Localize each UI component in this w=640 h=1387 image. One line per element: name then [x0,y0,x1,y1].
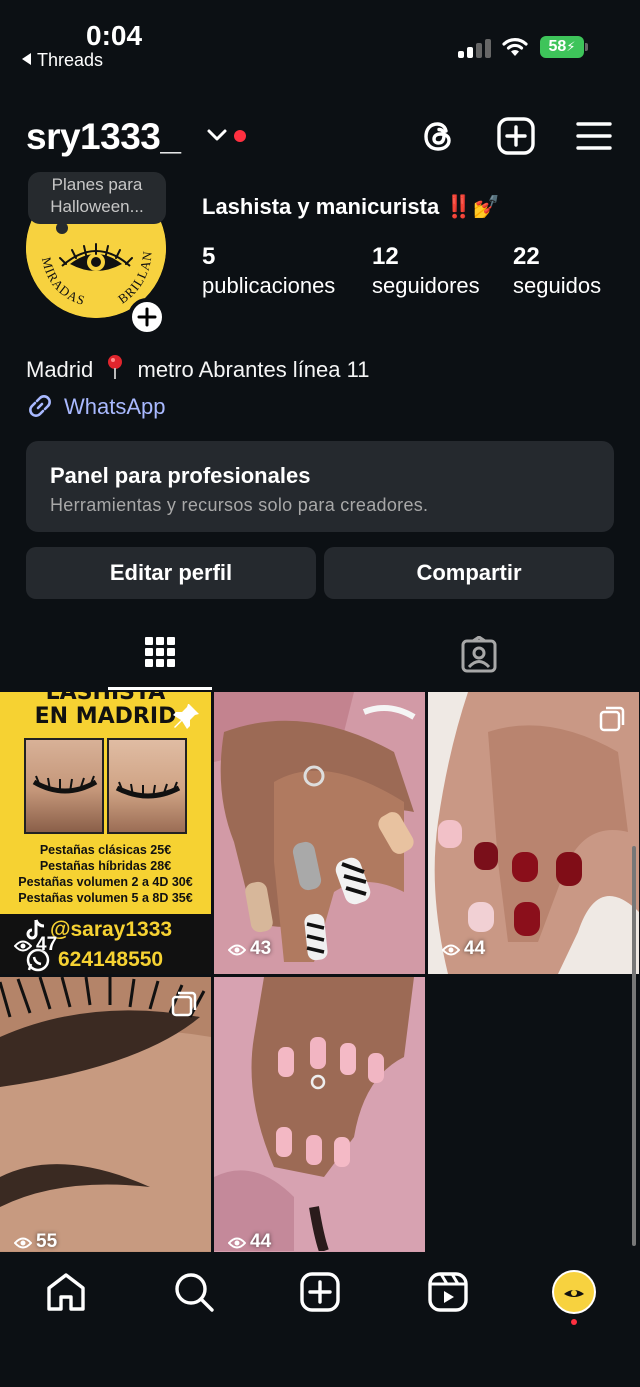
post-3-image [428,692,639,974]
price-item: Pestañas volumen 5 a 8D 35€ [18,891,193,905]
post-views: 55 [13,1231,57,1253]
battery-icon: 58⚡ [540,36,584,58]
profile-header: sry1333_ [0,112,640,164]
price-list: Pestañas clásicas 25€ Pestañas híbridas … [0,842,211,906]
price-item: Pestañas clásicas 25€ [39,843,172,857]
stat-following-value: 22 [513,243,540,270]
status-bar: 0:04 Threads 58⚡ [0,0,640,80]
threads-icon[interactable] [418,116,458,156]
menu-icon[interactable] [574,116,614,156]
battery-tip [585,43,588,51]
eye-icon [227,944,247,956]
pinned-post-icon [173,704,199,729]
post-views: 44 [227,1231,271,1253]
grid-post-3[interactable]: 44 [428,692,639,974]
status-time: 0:04 [86,20,143,51]
notification-dot [234,130,246,142]
create-icon[interactable] [298,1270,342,1314]
lashes-right-image [115,781,181,799]
battery-level: 58 [548,38,567,55]
profile-tab-avatar[interactable] [552,1270,596,1314]
grid-post-1[interactable]: LASHISTA EN MADRID Pestañas clásicas 25€… [0,692,211,974]
lashes-left-image [32,775,98,794]
profile-notification-dot [571,1319,577,1325]
panel-title: Panel para profesionales [50,463,311,488]
carousel-icon [171,991,197,1017]
tab-tagged[interactable] [320,630,640,690]
stat-posts[interactable]: 5 publicaciones [202,242,335,300]
chevron-down-icon[interactable] [206,128,228,142]
link-icon [29,395,51,417]
grid-post-2[interactable]: 43 [214,692,425,974]
post-1-handle: @saray1333 [50,918,173,941]
eye-icon [13,1237,33,1249]
tab-grid[interactable] [0,630,320,690]
stat-followers-label: seguidores [372,273,480,298]
share-profile-button[interactable]: Compartir [324,547,614,599]
eye-icon [227,1237,247,1249]
post-4-image [0,977,211,1251]
stat-following[interactable]: 22 seguidos [513,242,601,300]
stat-following-label: seguidos [513,273,602,298]
cellular-signal-icon [458,38,492,58]
carousel-icon [599,706,625,732]
bio-emojis: ‼️💅 [445,194,501,219]
create-post-icon[interactable] [496,116,536,156]
scrollbar[interactable] [632,846,636,1246]
bio-title: Lashista y manicurista ‼️💅 [202,194,501,219]
round-pushpin-icon [108,355,123,379]
price-item: Pestañas volumen 2 a 4D 30€ [18,875,193,889]
reels-icon[interactable] [426,1270,470,1314]
back-app-label: Threads [37,50,104,70]
grid-post-4[interactable]: 55 [0,977,211,1259]
wifi-icon [502,38,528,56]
post-5-image [214,977,425,1253]
whatsapp-link[interactable]: WhatsApp [26,392,166,420]
panel-subtitle: Herramientas y recursos solo para creado… [50,495,429,515]
stat-posts-label: publicaciones [202,273,336,298]
stat-posts-value: 5 [202,243,216,270]
post-views: 47 [13,934,57,956]
back-to-app-link[interactable]: Threads [22,50,103,71]
home-icon[interactable] [44,1270,88,1314]
post-views: 44 [441,938,485,960]
bottom-navigation [0,1252,640,1387]
post-2-image [214,692,425,974]
grid-post-5[interactable]: 44 [214,977,425,1259]
back-arrow-icon [22,53,31,65]
profile-avatar-eye-icon [564,1290,584,1297]
post-views: 43 [227,938,271,960]
active-tab-indicator [108,687,212,690]
profile-note-bubble[interactable]: Planes para Halloween... [28,172,166,234]
stat-followers-value: 12 [372,243,399,270]
plus-icon [137,307,157,327]
grid-icon [145,637,175,667]
tagged-person-icon [461,636,497,673]
price-item: Pestañas híbridas 28€ [39,859,172,873]
eye-icon [441,944,461,956]
bio-location: Madrid metro Abrantes línea 11 [26,354,369,383]
edit-profile-button[interactable]: Editar perfil [26,547,316,599]
username-switcher[interactable]: sry1333_ [26,116,181,158]
post-1-phone: 624148550 [58,948,164,971]
professional-dashboard-card[interactable]: Panel para profesionales Herramientas y … [26,441,614,532]
search-icon[interactable] [172,1270,216,1314]
add-story-button[interactable] [128,298,166,336]
stat-followers[interactable]: 12 seguidores [372,242,480,300]
eye-icon [13,940,33,952]
